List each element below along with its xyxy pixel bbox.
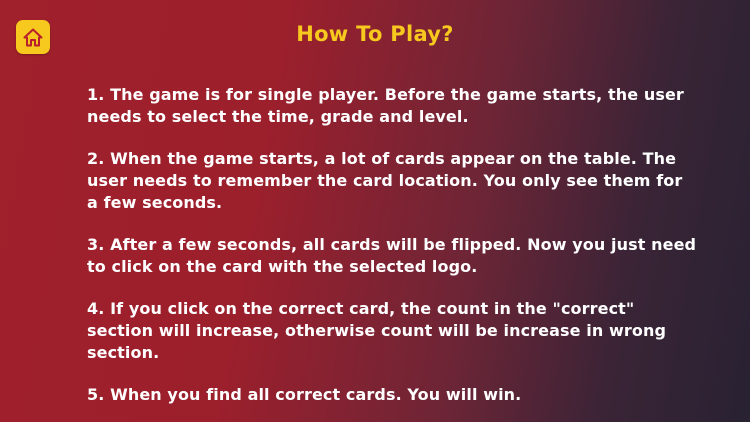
rule-3: 3. After a few seconds, all cards will b… — [87, 235, 697, 276]
rule-2: 2. When the game starts, a lot of cards … — [87, 149, 683, 212]
rule-4: 4. If you click on the correct card, the… — [87, 299, 667, 362]
rule-1: 1. The game is for single player. Before… — [87, 85, 684, 126]
rules-list: 1. The game is for single player. Before… — [87, 84, 697, 422]
rule-5: 5. When you find all correct cards. You … — [87, 385, 522, 404]
page-title: How To Play? — [296, 22, 454, 46]
